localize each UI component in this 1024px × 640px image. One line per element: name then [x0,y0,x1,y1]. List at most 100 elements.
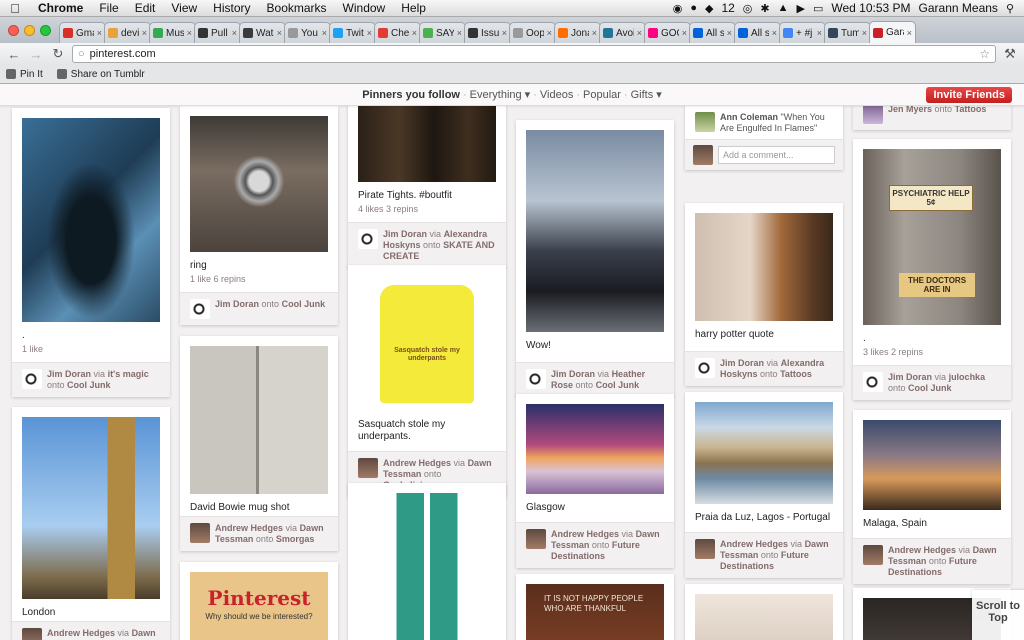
menu-file[interactable]: File [91,1,126,15]
close-tab-icon[interactable]: × [547,28,552,38]
menu-history[interactable]: History [205,1,258,15]
browser-tab[interactable]: Twit × [329,22,376,43]
pin-image-praia-da-luz[interactable] [695,402,833,504]
source-pinner[interactable]: it's magic [108,369,149,379]
nav-videos[interactable]: Videos [537,89,576,101]
browser-tab[interactable]: All s × [734,22,781,43]
board-name[interactable]: Cool Junk [282,299,326,309]
avatar[interactable] [863,106,883,124]
menu-bookmarks[interactable]: Bookmarks [259,1,335,15]
browser-tab[interactable]: devi × [104,22,151,43]
pin-card[interactable] [348,483,506,640]
avatar[interactable] [695,112,715,132]
address-bar[interactable]: ○ pinterest.com ☆ [72,45,996,63]
pinner-name[interactable]: Jim Doran [383,229,427,239]
pin-card[interactable]: ring 1 like 6 repins Jim Doran onto Cool… [180,106,338,325]
pin-card[interactable]: Ann Coleman "When You Are Engulfed In Fl… [685,106,843,170]
pinner-name[interactable]: Andrew Hedges [47,628,115,638]
pinner-name[interactable]: Jim Doran [47,369,91,379]
pin-card[interactable]: Glasgow Andrew Hedges via Dawn Tessman o… [516,394,674,568]
browser-tab[interactable]: Tum × [824,22,871,43]
browser-tab[interactable]: + #j × [779,22,826,43]
source-pinner[interactable]: Dawn [132,628,156,638]
pin-card[interactable]: London Andrew Hedges via Dawn [12,407,170,640]
pinner-name[interactable]: Jen Myers [888,106,932,114]
scroll-to-top-button[interactable]: Scroll to Top [972,590,1024,640]
board-name[interactable]: Tattoos [955,106,987,114]
close-tab-icon[interactable]: × [412,28,417,38]
close-window-button[interactable] [8,25,19,36]
bookmark-share-tumblr[interactable]: Share on Tumblr [56,69,145,80]
nav-everything[interactable]: Everything ▾ [467,88,534,101]
board-name[interactable]: Cool Junk [908,383,952,393]
battery-icon[interactable]: ▭ [813,2,823,15]
menu-view[interactable]: View [163,1,205,15]
browser-tab[interactable]: Gara× [869,21,916,43]
pinner-name[interactable]: Jim Doran [720,358,764,368]
avatar[interactable] [22,369,42,389]
close-tab-icon[interactable]: × [592,28,597,38]
menu-app[interactable]: Chrome [30,1,91,15]
back-arrow-icon[interactable]: ← [6,47,22,62]
pin-image-glasgow[interactable] [526,404,664,494]
pinner-name[interactable]: Andrew Hedges [551,529,619,539]
pin-image-doorway[interactable] [22,118,160,322]
pin-card[interactable]: IT IS NOT HAPPY PEOPLE WHO ARE THANKFUL [516,574,674,640]
close-tab-icon[interactable]: × [322,28,327,38]
close-tab-icon[interactable]: × [97,28,102,38]
browser-tab[interactable]: Mus × [149,22,196,43]
pinner-name[interactable]: Andrew Hedges [383,458,451,468]
close-tab-icon[interactable]: × [682,28,687,38]
browser-tab[interactable]: Che × [374,22,421,43]
board-name[interactable]: Tattoos [780,369,812,379]
pin-card[interactable]: Pinterest Why should we be interested? [180,562,338,640]
pin-image-bowie-mugshot[interactable] [190,346,328,494]
headphones-icon[interactable]: ◉ [673,2,683,15]
close-tab-icon[interactable]: × [637,28,642,38]
avatar[interactable] [863,372,883,392]
avatar[interactable] [526,529,546,549]
reload-icon[interactable]: ↻ [50,46,66,62]
close-tab-icon[interactable]: × [232,28,237,38]
menu-window[interactable]: Window [335,1,394,15]
add-comment-input[interactable]: Add a comment... [718,146,835,164]
close-tab-icon[interactable]: × [907,28,912,38]
pin-card[interactable]: harry potter quote Jim Doran via Alexand… [685,203,843,386]
browser-tab[interactable]: Pull × [194,22,241,43]
pin-image-thankful-sign[interactable]: IT IS NOT HAPPY PEOPLE WHO ARE THANKFUL [526,584,664,640]
wrench-icon[interactable]: ⚒ [1002,46,1018,62]
pin-card[interactable]: Wow! Jim Doran via Heather Rose onto Coo… [516,120,674,397]
user-name[interactable]: Garann Means [919,1,998,15]
browser-tab[interactable]: Jona× [554,22,601,43]
avatar[interactable] [695,539,715,559]
pinner-name[interactable]: Andrew Hedges [720,539,788,549]
browser-tab[interactable]: Gma× [59,22,106,43]
forward-arrow-icon[interactable]: → [28,47,44,62]
pin-card[interactable]: David Bowie mug shot Andrew Hedges via D… [180,336,338,551]
close-tab-icon[interactable]: × [502,28,507,38]
avatar[interactable] [863,545,883,565]
pin-image-sasquatch-shirt[interactable]: Sasquatch stole my underpants [358,275,496,411]
avatar[interactable] [190,523,210,543]
pinner-name[interactable]: Jim Doran [215,299,259,309]
pin-image-tattoo-arm[interactable] [695,213,833,321]
avatar[interactable] [526,369,546,389]
board-name[interactable]: Cool Junk [67,380,111,390]
close-tab-icon[interactable]: × [142,28,147,38]
close-tab-icon[interactable]: × [862,28,867,38]
close-tab-icon[interactable]: × [772,28,777,38]
minimize-window-button[interactable] [24,25,35,36]
avatar[interactable] [695,358,715,378]
close-tab-icon[interactable]: × [727,28,732,38]
nav-gifts[interactable]: Gifts ▾ [628,88,665,101]
close-tab-icon[interactable]: × [457,28,462,38]
browser-tab[interactable]: Wat × [239,22,286,43]
browser-tab[interactable]: All s × [689,22,736,43]
skype-icon[interactable]: ● [690,2,697,14]
pin-card[interactable]: . 1 like Jim Doran via it's magic onto C… [12,108,170,397]
pin-card[interactable]: PSYCHIATRIC HELP 5¢ THE DOCTORS ARE IN .… [853,139,1011,400]
avatar[interactable] [358,458,378,478]
pinner-name[interactable]: Andrew Hedges [215,523,283,533]
wifi-icon[interactable]: ▲ [778,2,789,14]
browser-tab[interactable]: Issu × [464,22,511,43]
